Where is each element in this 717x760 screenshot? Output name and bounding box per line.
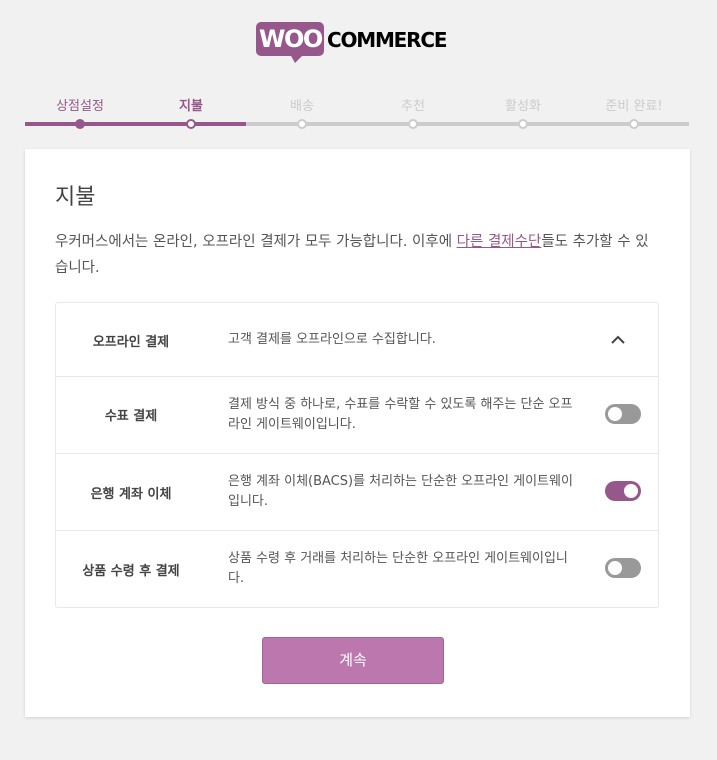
steps-track [25, 122, 689, 126]
offline-payments-section-header[interactable]: 오프라인 결제 고객 결제를 오프라인으로 수집합니다. [56, 303, 658, 377]
logo-commerce-text: COMMERCE [327, 28, 447, 52]
continue-button[interactable]: 계속 [262, 637, 444, 684]
cheque-payment-toggle[interactable] [605, 404, 641, 424]
payment-methods-list: 오프라인 결제 고객 결제를 오프라인으로 수집합니다. 수표 결제 결제 방식… [55, 302, 659, 608]
logo-woo-text: WOO [259, 25, 323, 53]
intro-text: 우커머스에서는 온라인, 오프라인 결제가 모두 가능합니다. 이후에 다른 결… [55, 229, 655, 281]
cash-on-delivery-toggle[interactable] [605, 558, 641, 578]
method-description: 상품 수령 후 거래를 처리하는 단순한 오프라인 게이트웨이입니다. [228, 551, 568, 586]
toggle-knob [624, 484, 638, 498]
step-label: 추천 [401, 99, 425, 114]
toggle-knob [608, 407, 622, 421]
section-description: 고객 결제를 오프라인으로 수집합니다. [228, 332, 436, 347]
chevron-up-icon[interactable] [608, 330, 628, 350]
step-dot [408, 119, 418, 129]
page-title: 지불 [55, 185, 96, 210]
method-name: 은행 계좌 이체 [90, 487, 172, 502]
method-name: 수표 결제 [104, 409, 158, 424]
payment-method-row: 수표 결제 결제 방식 중 하나로, 수표를 수락할 수 있도록 해주는 단순 … [56, 377, 658, 454]
step-label: 지불 [179, 99, 203, 114]
steps-progress-fill [25, 122, 246, 126]
method-name: 상품 수령 후 결제 [82, 564, 180, 579]
payment-method-row: 은행 계좌 이체 은행 계좌 이체(BACS)를 처리하는 단순한 오프라인 게… [56, 454, 658, 531]
intro-text-before: 우커머스에서는 온라인, 오프라인 결제가 모두 가능합니다. 이후에 [55, 234, 457, 250]
toggle-knob [608, 561, 622, 575]
logo-bubble-tail [290, 54, 304, 63]
step-label: 상점설정 [56, 99, 104, 114]
step-label: 배송 [290, 99, 314, 114]
step-dot [186, 119, 196, 129]
step-dot [629, 119, 639, 129]
bank-transfer-toggle[interactable] [605, 481, 641, 501]
setup-steps: 상점설정 지불 배송 추천 활성화 준비 완료! [25, 92, 689, 132]
woocommerce-logo: WOO COMMERCE [256, 22, 458, 64]
method-description: 은행 계좌 이체(BACS)를 처리하는 단순한 오프라인 게이트웨이입니다. [228, 474, 573, 509]
method-description: 결제 방식 중 하나로, 수표를 수락할 수 있도록 해주는 단순 오프라인 게… [228, 397, 573, 432]
step-label: 준비 완료! [605, 99, 663, 114]
section-name: 오프라인 결제 [92, 335, 170, 350]
step-dot [297, 119, 307, 129]
step-dot [518, 119, 528, 129]
other-payment-methods-link[interactable]: 다른 결제수단 [457, 234, 542, 250]
payment-card: 지불 우커머스에서는 온라인, 오프라인 결제가 모두 가능합니다. 이후에 다… [25, 149, 690, 717]
step-dot [75, 119, 85, 129]
payment-method-row: 상품 수령 후 결제 상품 수령 후 거래를 처리하는 단순한 오프라인 게이트… [56, 531, 658, 607]
step-label: 활성화 [505, 99, 541, 114]
